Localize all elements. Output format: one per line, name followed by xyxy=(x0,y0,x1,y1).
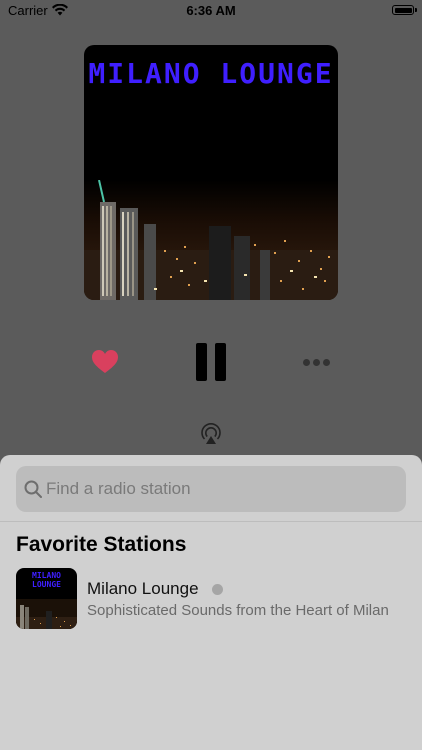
station-artwork: MILANO LOUNGE xyxy=(84,45,338,300)
pause-button[interactable] xyxy=(196,343,226,381)
city-skyline-image xyxy=(16,599,77,629)
clock: 6:36 AM xyxy=(186,3,236,18)
station-list-item[interactable]: MILANO LOUNGE Milano Lounge Sophisticate… xyxy=(0,567,422,631)
search-input[interactable] xyxy=(46,466,396,512)
more-options-icon[interactable] xyxy=(303,357,331,367)
battery-icon xyxy=(392,5,417,15)
favorite-heart-icon[interactable] xyxy=(92,350,118,374)
station-thumbnail: MILANO LOUNGE xyxy=(16,568,77,629)
stations-sheet[interactable]: Favorite Stations MILANO LOUNGE Milano L… xyxy=(0,455,422,750)
airplay-icon[interactable] xyxy=(199,422,223,446)
status-bar: Carrier 6:36 AM xyxy=(0,0,422,22)
station-description: Sophisticated Sounds from the Heart of M… xyxy=(87,602,389,619)
artwork-title: MILANO LOUNGE xyxy=(88,57,334,90)
station-status-dot xyxy=(212,584,223,595)
station-name: Milano Lounge xyxy=(87,579,199,598)
search-icon xyxy=(24,480,42,498)
search-bar[interactable] xyxy=(16,466,406,512)
thumbnail-title: MILANO LOUNGE xyxy=(32,571,61,589)
favorites-heading: Favorite Stations xyxy=(16,533,187,556)
divider xyxy=(0,521,422,522)
city-skyline-image xyxy=(84,180,338,300)
